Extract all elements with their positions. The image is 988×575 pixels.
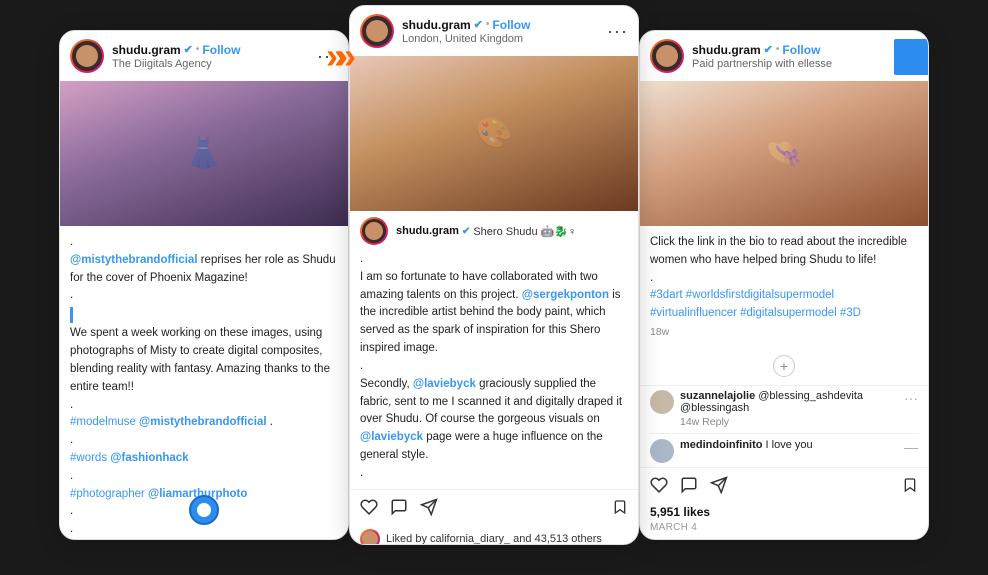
subtitle-right: Paid partnership with ellesse [692,58,889,70]
comment-user-1: suzannelajolie [680,390,755,402]
post-body-right: Click the link in the bio to read about … [640,226,928,349]
liked-by-text: Liked by california_diary_ and 43,513 ot… [386,533,602,545]
follow-btn-left[interactable]: Follow [202,43,240,57]
comment-user-2: medindoinfinito [680,439,762,451]
post-header-right: shudu.gram ✔ • Follow Paid partnership w… [640,31,928,81]
avatar-middle [360,14,394,48]
actions-middle [350,492,638,525]
chevrons-wrapper: »» [326,38,346,74]
bookmark-icon-right[interactable] [902,476,918,499]
comment-row-1: suzannelajolie @blessing_ashdevita @bles… [640,388,928,430]
liked-by-row: Liked by california_diary_ and 43,513 ot… [350,525,638,545]
share-icon-right[interactable] [710,476,728,499]
date-right: MARCH 4 [640,521,928,539]
comment-more-2: — [904,439,918,455]
likes-right: 5,951 likes [640,503,928,521]
verified-left: ✔ [184,43,193,56]
inner-user-row: shudu.gram ✔ Shero Shudu 🤖🐉♀ [350,211,638,247]
header-info-right: shudu.gram ✔ • Follow Paid partnership w… [692,43,889,70]
post-header-middle: shudu.gram ✔ • Follow London, United Kin… [350,6,638,56]
inner-avatar [360,217,388,245]
liked-avatar [360,529,380,545]
heart-icon-right[interactable] [650,476,668,499]
inner-verified: ✔ [462,226,470,237]
bookmark-icon-middle[interactable] [612,498,628,521]
post-image-left: 👗 [60,81,348,226]
post-card-middle: shudu.gram ✔ • Follow London, United Kin… [349,5,639,545]
actions-right [640,470,928,503]
comment-row-2: medindoinfinito I love you — [640,437,928,465]
follow-btn-right[interactable]: Follow [782,43,820,57]
post-header-left: shudu.gram ✔ • Follow The Diigitals Agen… [60,31,348,81]
meta-right: 18w [650,325,918,341]
blue-circle [189,495,219,525]
post-body-middle: . I am so fortunate to have collaborated… [350,247,638,487]
blue-bar [70,307,73,323]
add-comment-area: + [640,349,928,383]
subtitle-middle: London, United Kingdom [402,33,599,45]
username-middle: shudu.gram [402,18,471,32]
avatar-left [70,39,104,73]
heart-icon-middle[interactable] [360,498,378,521]
post-card-left: shudu.gram ✔ • Follow The Diigitals Agen… [59,30,349,540]
avatar-right [650,39,684,73]
comment-meta-1: 14w Reply [680,416,898,428]
inner-caption: Shero Shudu 🤖🐉♀ [473,225,576,238]
header-info-left: shudu.gram ✔ • Follow The Diigitals Agen… [112,43,309,70]
comment-text-2: I love you [766,439,813,451]
verified-right: ✔ [764,43,773,56]
post-image-right: 👒 [640,81,928,226]
post-body-left: . @mistythebrandofficial reprises her ro… [60,226,348,540]
chevron-icon: »» [326,38,346,74]
blue-square-decoration [894,39,929,75]
follow-btn-middle[interactable]: Follow [492,18,530,32]
hashtags-right: #3dart #worldsfirstdigitalsupermodel #vi… [650,287,918,323]
subtitle-left: The Diigitals Agency [112,58,309,70]
comment-more-1: ··· [904,390,918,406]
post-image-middle: 🎨 [350,56,638,211]
more-btn-middle[interactable]: ··· [607,22,628,40]
post-card-right: shudu.gram ✔ • Follow Paid partnership w… [639,30,929,540]
share-icon-middle[interactable] [420,498,438,521]
mention-1-left[interactable]: @mistythebrandofficial [70,254,198,266]
add-comment-icon[interactable]: + [773,355,795,377]
header-info-middle: shudu.gram ✔ • Follow London, United Kin… [402,18,599,45]
comment-icon-right[interactable] [680,476,698,499]
comment-icon-middle[interactable] [390,498,408,521]
verified-middle: ✔ [474,18,483,31]
scene: shudu.gram ✔ • Follow The Diigitals Agen… [0,0,988,575]
comment-avatar-1 [650,390,674,414]
username-right: shudu.gram [692,43,761,57]
comment-avatar-2 [650,439,674,463]
username-left: shudu.gram [112,43,181,57]
inner-username: shudu.gram [396,225,459,237]
